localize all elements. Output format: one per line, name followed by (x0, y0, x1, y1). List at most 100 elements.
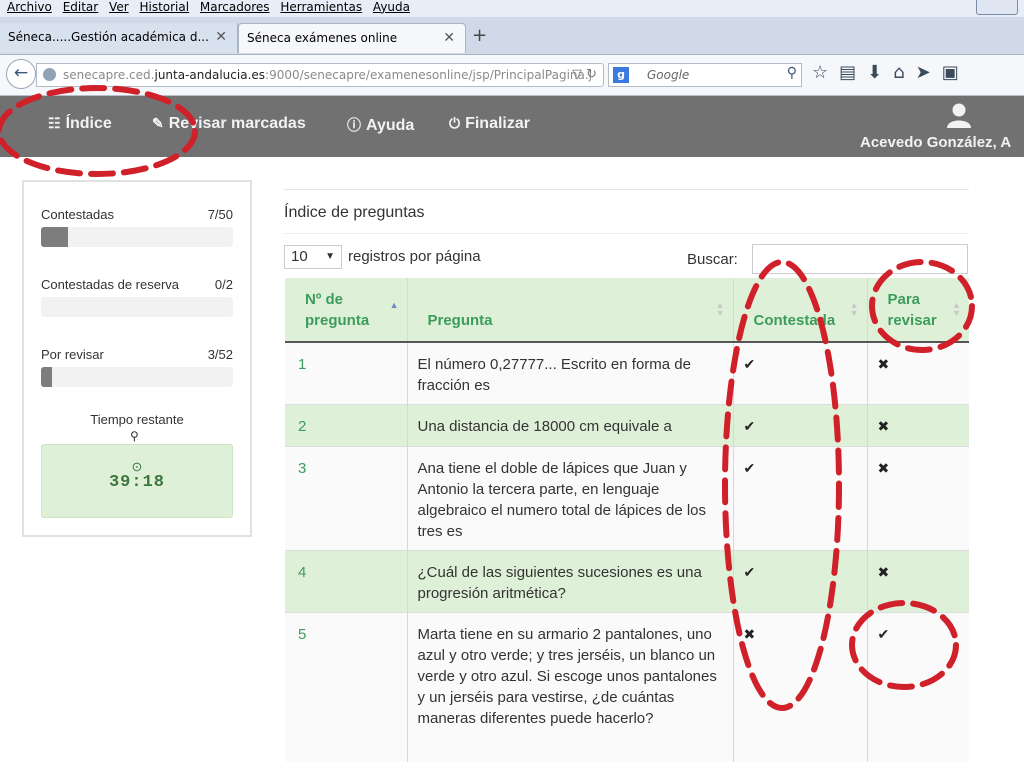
app-header: ☷ Índice ✎ Revisar marcadas ⓘ Ayuda ⏻ Finali… (0, 96, 1024, 157)
stat-count-por-revisar: 3/52 (207, 347, 233, 362)
browser-menubar: Archivo Editar Ver Historial Marcadores … (0, 0, 1024, 17)
page-title: Índice de preguntas (284, 204, 425, 221)
sort-icon[interactable]: ▲ ▼ (850, 301, 859, 318)
row-review[interactable]: ✔ (866, 611, 969, 762)
nav-indice[interactable]: ☷ Índice (48, 115, 112, 133)
page-size-select[interactable]: 10 ▼ (284, 245, 342, 269)
row-review[interactable]: ✖ (866, 549, 969, 612)
menu-editar[interactable]: Editar (63, 0, 99, 15)
zoom-icon[interactable]: ⚲ (130, 429, 139, 443)
reload-icon[interactable]: ▽ ↻ (572, 67, 597, 82)
toolbar-icons[interactable]: ☆▤⬇⌂➤▣ (812, 62, 970, 83)
questions-table: Nº de pregunta ▲ Pregunta ▲ ▼ Contestada ▲ ▼ … (285, 278, 969, 762)
row-question[interactable]: Una distancia de 18000 cm equivale a (406, 403, 733, 446)
row-question[interactable]: El número 0,27777... Escrito en forma de… (406, 341, 733, 404)
per-page-label: registros por página (348, 248, 481, 265)
globe-icon (43, 68, 56, 81)
table-row[interactable]: 2 Una distancia de 18000 cm equivale a ✔… (285, 403, 969, 446)
menu-archivo[interactable]: Archivo (7, 0, 52, 15)
row-number[interactable]: 5 (285, 611, 407, 762)
search-input[interactable]: g Google ⚲ (608, 63, 802, 87)
progress-bar-reserva (41, 297, 233, 317)
sitemap-icon: ☷ (48, 115, 61, 131)
divider (284, 233, 969, 234)
menu-ver[interactable]: Ver (109, 0, 129, 15)
nav-ayuda[interactable]: ⓘ Ayuda (347, 115, 414, 135)
search-label: Buscar: (687, 251, 738, 268)
table-search-input[interactable] (752, 244, 968, 274)
time-remaining-label: Tiempo restante (90, 412, 184, 427)
check-icon: ✔ (743, 459, 756, 476)
table-row[interactable]: 5 Marta tiene en su armario 2 pantalones… (285, 611, 969, 762)
row-review[interactable]: ✖ (866, 403, 969, 446)
caret-down-icon: ▼ (325, 251, 335, 262)
progress-sidebar: Contestadas 7/50 Contestadas de reserva … (22, 180, 252, 537)
user-name[interactable]: Acevedo González, A (860, 134, 1011, 151)
row-number[interactable]: 2 (285, 403, 407, 446)
row-question[interactable]: Marta tiene en su armario 2 pantalones, … (406, 611, 733, 762)
tab-label: Séneca exámenes online (247, 31, 398, 45)
row-answered: ✔ (732, 403, 867, 446)
url-bar[interactable]: senecapre.ced.junta-andalucia.es:9000/se… (36, 63, 604, 87)
row-number[interactable]: 1 (285, 341, 407, 404)
column-header-numero[interactable]: Nº de pregunta ▲ (285, 278, 407, 343)
sort-icon[interactable]: ▲ ▼ (952, 301, 961, 318)
table-row[interactable]: 1 El número 0,27777... Escrito en forma … (285, 341, 969, 404)
browser-navbar: ← senecapre.ced.junta-andalucia.es:9000/… (0, 55, 1024, 96)
nav-revisar-marcadas[interactable]: ✎ Revisar marcadas (152, 115, 306, 133)
timer-box: ⊙ 39:18 (41, 444, 233, 518)
browser-tabbar: Séneca.....Gestión académica d... ✕ Séne… (0, 17, 1024, 55)
menu-herramientas[interactable]: Herramientas (280, 0, 362, 15)
menu-historial[interactable]: Historial (139, 0, 189, 15)
menu-marcadores[interactable]: Marcadores (200, 0, 270, 15)
progress-bar-por-revisar (41, 367, 233, 387)
row-answered: ✔ (732, 549, 867, 612)
divider (284, 189, 969, 190)
table-row[interactable]: 4 ¿Cuál de las siguientes sucesiones es … (285, 549, 969, 612)
pencil-icon: ✎ (152, 115, 164, 131)
tab-label: Séneca.....Gestión académica d... (8, 30, 209, 44)
cross-icon: ✖ (877, 459, 890, 476)
row-question[interactable]: ¿Cuál de las siguientes sucesiones es un… (406, 549, 733, 612)
google-icon[interactable]: g (613, 67, 629, 83)
check-icon: ✔ (877, 625, 890, 642)
check-icon: ✔ (743, 417, 756, 434)
row-answered: ✖ (732, 611, 867, 762)
row-review[interactable]: ✖ (866, 445, 969, 550)
stat-count-contestadas: 7/50 (207, 207, 233, 222)
stat-label-por-revisar: Por revisar (41, 347, 104, 362)
stat-count-reserva: 0/2 (214, 277, 233, 292)
row-answered: ✔ (732, 445, 867, 550)
cross-icon: ✖ (877, 417, 890, 434)
check-icon: ✔ (743, 563, 756, 580)
stat-label-reserva: Contestadas de reserva (41, 277, 180, 292)
search-icon[interactable]: ⚲ (787, 65, 797, 81)
close-icon[interactable]: ✕ (215, 23, 227, 51)
sort-icon[interactable]: ▲ ▼ (716, 301, 725, 318)
new-tab-icon[interactable]: + (472, 25, 487, 46)
row-number[interactable]: 4 (285, 549, 407, 612)
menu-ayuda[interactable]: Ayuda (373, 0, 410, 15)
user-icon[interactable] (946, 102, 972, 128)
row-answered: ✔ (732, 341, 867, 404)
column-header-pregunta[interactable]: Pregunta ▲ ▼ (406, 278, 733, 343)
tab-seneca-gestion[interactable]: Séneca.....Gestión académica d... ✕ (0, 23, 238, 53)
table-row[interactable]: 3 Ana tiene el doble de lápices que Juan… (285, 445, 969, 550)
cross-icon: ✖ (743, 625, 756, 642)
tab-seneca-examenes[interactable]: Séneca exámenes online ✕ (238, 23, 466, 53)
column-header-contestada[interactable]: Contestada ▲ ▼ (732, 278, 867, 343)
cross-icon: ✖ (877, 356, 890, 372)
power-icon: ⏻ (449, 115, 461, 131)
row-number[interactable]: 3 (285, 445, 407, 550)
time-remaining-value: 39:18 (108, 473, 165, 492)
row-question[interactable]: Ana tiene el doble de lápices que Juan y… (406, 445, 733, 550)
sort-asc-icon[interactable]: ▲ (390, 301, 399, 310)
nav-finalizar[interactable]: ⏻ Finalizar (449, 115, 530, 133)
info-icon: ⓘ (347, 117, 361, 133)
window-minimize-button[interactable] (976, 0, 1018, 15)
back-arrow-icon[interactable]: ← (6, 59, 36, 89)
close-icon[interactable]: ✕ (443, 24, 455, 52)
column-header-para-revisar[interactable]: Para revisar ▲ ▼ (866, 278, 969, 343)
row-review[interactable]: ✖ (866, 341, 969, 404)
check-icon: ✔ (743, 356, 756, 372)
